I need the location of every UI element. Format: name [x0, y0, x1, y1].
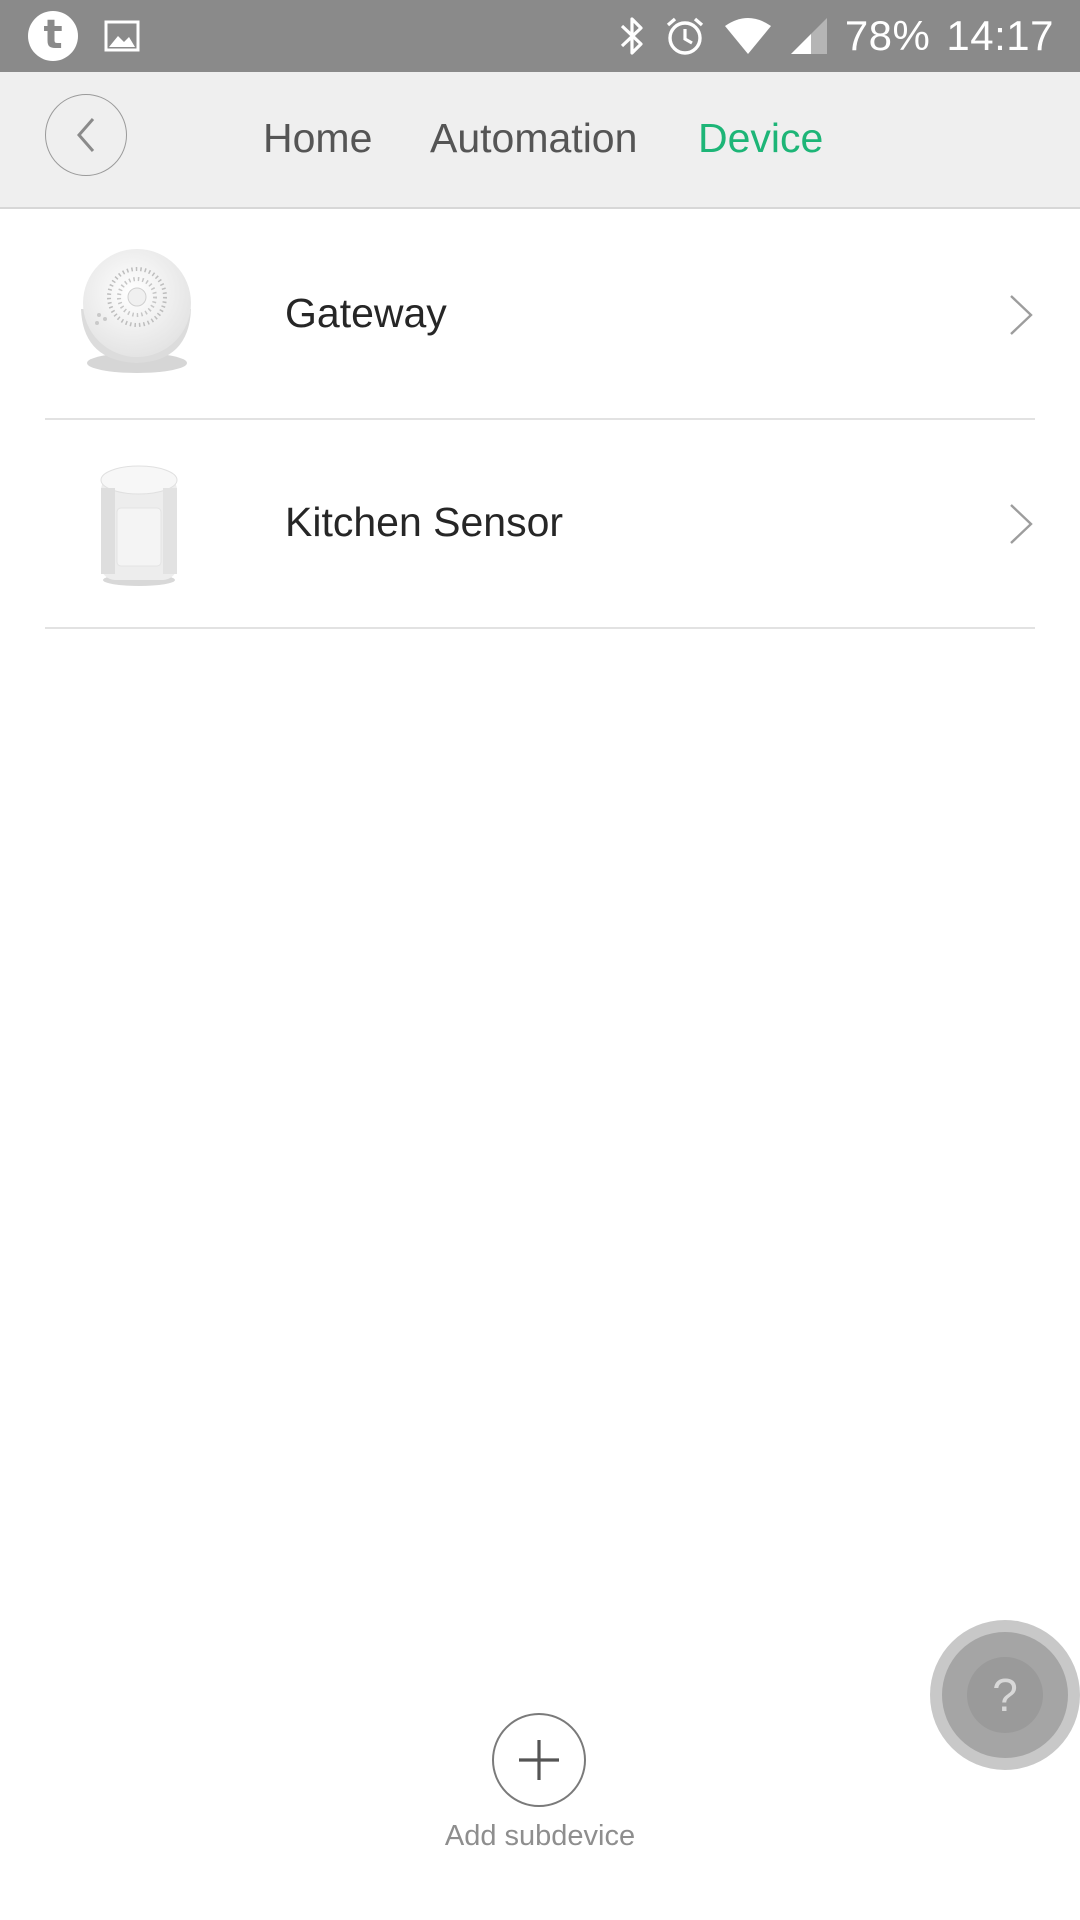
- gateway-device-image: [81, 249, 191, 373]
- device-row-kitchen-sensor[interactable]: Kitchen Sensor: [45, 420, 1035, 629]
- tumblr-glyph: t: [43, 12, 63, 58]
- signal-icon: [790, 18, 827, 54]
- tab-automation[interactable]: Automation: [430, 110, 637, 166]
- wifi-icon: [724, 18, 771, 54]
- bluetooth-icon: [620, 17, 643, 55]
- device-screen: t 78% 14:17 Home Automation Device Gatew…: [0, 0, 1080, 1920]
- help-button[interactable]: ?: [930, 1620, 1080, 1770]
- device-name-kitchen-sensor: Kitchen Sensor: [285, 499, 564, 545]
- device-name-gateway: Gateway: [285, 290, 447, 336]
- add-subdevice-button[interactable]: [492, 1713, 586, 1807]
- chevron-right-icon: [1010, 504, 1033, 544]
- chevron-right-icon: [1010, 295, 1033, 335]
- tab-home[interactable]: Home: [263, 110, 372, 166]
- motion-sensor-device-image: [100, 465, 178, 586]
- back-button[interactable]: [45, 94, 127, 176]
- plus-icon: [519, 1740, 559, 1780]
- chevron-left-icon: [77, 118, 95, 152]
- image-icon: [104, 20, 140, 52]
- device-row-gateway[interactable]: Gateway: [45, 211, 1035, 420]
- tumblr-icon: t: [28, 11, 78, 61]
- tab-device[interactable]: Device: [698, 110, 823, 166]
- question-mark-icon: ?: [967, 1657, 1043, 1733]
- clock-time: 14:17: [946, 12, 1054, 59]
- add-subdevice-label[interactable]: Add subdevice: [0, 1820, 1080, 1853]
- alarm-icon: [666, 17, 703, 55]
- app-header: Home Automation Device: [0, 72, 1080, 209]
- status-bar: t 78% 14:17: [0, 0, 1080, 72]
- battery-percent: 78%: [844, 12, 931, 59]
- help-button-ring: ?: [942, 1632, 1068, 1758]
